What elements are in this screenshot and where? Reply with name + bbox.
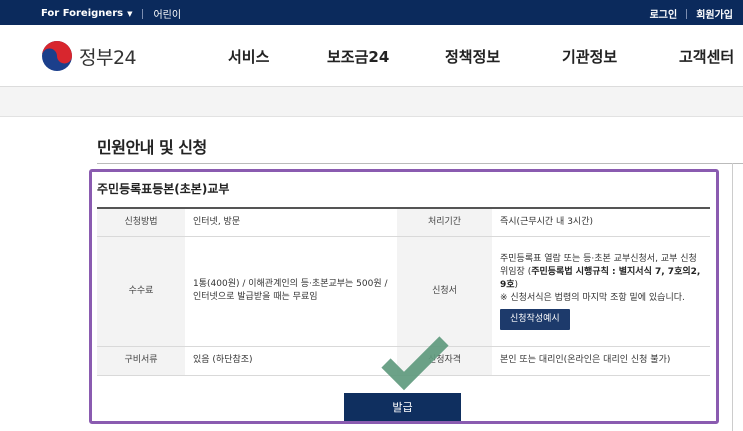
form-text-end: ) bbox=[514, 279, 519, 290]
period-label: 처리기간 bbox=[397, 208, 492, 237]
method-value: 인터넷, 방문 bbox=[185, 208, 397, 237]
period-value: 즉시(근무시간 내 3시간) bbox=[492, 208, 710, 237]
issue-button[interactable]: 발급 bbox=[344, 393, 461, 421]
table-row: 신청방법 인터넷, 방문 처리기간 즉시(근무시간 내 3시간) bbox=[97, 208, 710, 237]
kids-link[interactable]: 어린이 bbox=[153, 6, 181, 21]
signup-link[interactable]: 회원가입 bbox=[696, 6, 733, 21]
form-example-button[interactable]: 신청작성예시 bbox=[500, 308, 570, 330]
docs-value: 있음 (하단참조) bbox=[185, 346, 397, 376]
page-title: 민원안내 및 신청 bbox=[97, 138, 207, 157]
method-label: 신청방법 bbox=[97, 208, 185, 237]
nav-menu-agency[interactable]: 기관정보 bbox=[562, 46, 617, 67]
divider bbox=[686, 8, 688, 19]
qualification-value: 본인 또는 대리인(온라인은 대리인 신청 불가) bbox=[492, 346, 710, 376]
site-logo[interactable]: 정부24 bbox=[41, 40, 137, 72]
for-foreigners-dropdown[interactable]: For Foreigners ▼ bbox=[41, 8, 132, 19]
docs-label: 구비서류 bbox=[97, 346, 185, 376]
fee-label: 수수료 bbox=[97, 236, 185, 347]
form-note: ※ 신청서식은 법령의 마지막 조항 밑에 있습니다. bbox=[500, 292, 685, 303]
content-divider bbox=[732, 163, 733, 431]
caret-down-icon: ▼ bbox=[127, 9, 133, 18]
login-link[interactable]: 로그인 bbox=[650, 6, 678, 21]
fee-value: 1통(400원) / 이해관계인의 등·초본교부는 500원 / 인터넷으로 발… bbox=[185, 236, 397, 347]
document-title: 주민등록표등본(초본)교부 bbox=[97, 182, 230, 196]
logo-text: 정부24 bbox=[79, 46, 137, 69]
check-mark-icon bbox=[381, 336, 449, 391]
nav-menu-subsidy[interactable]: 보조금24 bbox=[327, 46, 389, 67]
table-row: 수수료 1통(400원) / 이해관계인의 등·초본교부는 500원 / 인터넷… bbox=[97, 236, 710, 347]
form-label: 신청서 bbox=[397, 236, 492, 347]
nav-menu-services[interactable]: 서비스 bbox=[228, 46, 269, 67]
breadcrumb-strip bbox=[0, 87, 743, 117]
topbar-right: 로그인 회원가입 bbox=[650, 6, 733, 21]
top-utility-bar: For Foreigners ▼ 어린이 로그인 회원가입 bbox=[0, 0, 743, 25]
form-value: 주민등록표 열람 또는 등·초본 교부신청서, 교부 신청 위임장 (주민등록법… bbox=[492, 236, 710, 347]
main-nav: 정부24 서비스 보조금24 정책정보 기관정보 고객센터 bbox=[0, 25, 743, 87]
taegeuk-logo-icon bbox=[42, 41, 72, 71]
form-law-reference: 주민등록법 시행규칙 : 별지서식 7, 7호의2, 9호 bbox=[500, 266, 701, 290]
nav-menu-policy[interactable]: 정책정보 bbox=[445, 46, 500, 67]
topbar-left: For Foreigners ▼ 어린이 bbox=[41, 6, 181, 21]
nav-menu-support[interactable]: 고객센터 bbox=[679, 46, 734, 67]
for-foreigners-label: For Foreigners bbox=[41, 8, 124, 19]
divider bbox=[142, 8, 144, 19]
title-divider bbox=[97, 163, 743, 164]
